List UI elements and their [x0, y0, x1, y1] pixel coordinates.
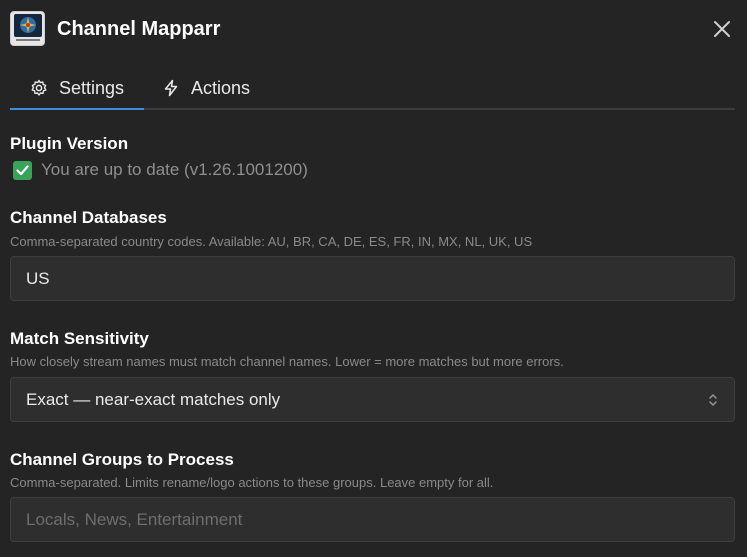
channel-databases-label: Channel Databases [10, 208, 167, 227]
app-title: Channel Mapparr [57, 18, 221, 40]
modal-header: Channel Mapparr [0, 0, 747, 60]
channel-groups-input[interactable] [10, 497, 735, 542]
channel-databases-input[interactable] [10, 256, 735, 301]
close-icon [714, 21, 730, 37]
channel-groups-description: Comma-separated. Limits rename/logo acti… [10, 475, 494, 490]
tab-bar: Settings Actions [10, 68, 735, 110]
app-logo [10, 11, 45, 46]
tab-actions-label: Actions [191, 77, 251, 98]
match-sensitivity-select[interactable]: Exact — near-exact matches only [10, 377, 735, 422]
plugin-version-label: Plugin Version [10, 134, 129, 153]
match-sensitivity-value: Exact — near-exact matches only [26, 389, 281, 409]
tab-settings[interactable]: Settings [10, 68, 145, 110]
close-button[interactable] [709, 16, 735, 42]
tab-settings-label: Settings [59, 77, 125, 98]
plugin-version-text: You are up to date (v1.26.1001200) [41, 160, 308, 179]
match-sensitivity-description: How closely stream names must match chan… [10, 354, 564, 369]
match-sensitivity-label: Match Sensitivity [10, 329, 149, 348]
lightning-icon [162, 79, 180, 97]
channel-groups-label: Channel Groups to Process [10, 450, 234, 469]
gear-icon [30, 79, 48, 97]
channel-databases-description: Comma-separated country codes. Available… [10, 234, 533, 249]
check-icon [13, 160, 32, 180]
tab-actions[interactable]: Actions [142, 68, 270, 108]
plugin-version-status: You are up to date (v1.26.1001200) [10, 160, 308, 180]
chevron-updown-icon [709, 394, 717, 406]
